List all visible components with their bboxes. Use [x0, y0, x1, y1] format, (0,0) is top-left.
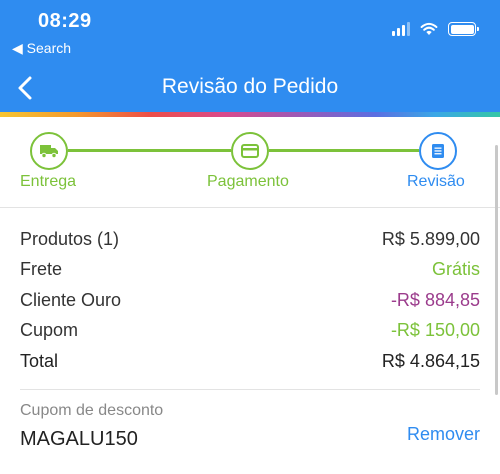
summary-row-coupon: Cupom -R$ 150,00 [20, 316, 480, 347]
summary-row-total: Total R$ 4.864,15 [20, 346, 480, 377]
step-label-payment: Pagamento [207, 173, 289, 190]
section-divider [0, 207, 500, 208]
total-value: R$ 4.864,15 [381, 350, 480, 371]
total-label: Total [20, 350, 59, 371]
status-time: 08:29 [38, 10, 92, 32]
summary-row-shipping: Frete Grátis [20, 255, 480, 286]
checkout-stepper: Entrega Pagamento Revisão [0, 117, 500, 205]
step-label-review: Revisão [407, 173, 465, 190]
status-back-to-app[interactable]: ◀ Search [12, 40, 71, 57]
gold-client-label: Cliente Ouro [20, 289, 122, 310]
step-payment[interactable] [231, 132, 269, 170]
coupon-discount-label: Cupom [20, 320, 79, 341]
gold-client-value: -R$ 884,85 [390, 289, 480, 310]
summary-row-gold-client: Cliente Ouro -R$ 884,85 [20, 285, 480, 316]
step-delivery[interactable] [30, 132, 68, 170]
signal-icon [392, 22, 410, 36]
truck-icon [40, 145, 58, 159]
summary-row-products: Produtos (1) R$ 5.899,00 [20, 224, 480, 255]
receipt-icon [432, 144, 444, 158]
step-review[interactable] [419, 132, 457, 170]
wifi-icon [420, 22, 438, 35]
coupon-section: Cupom de desconto MAGALU150 Remover [20, 402, 480, 451]
products-label: Produtos (1) [20, 228, 120, 249]
coupon-section-label: Cupom de desconto [20, 402, 164, 419]
order-summary: Produtos (1) R$ 5.899,00 Frete Grátis Cl… [20, 224, 480, 377]
step-connector [68, 149, 231, 152]
coupon-discount-value: -R$ 150,00 [390, 320, 480, 341]
app-header: 08:29 ◀ Search Revisão do Pedido [0, 0, 500, 112]
step-label-delivery: Entrega [20, 173, 77, 190]
scrollbar[interactable] [495, 145, 498, 395]
status-icons [392, 22, 479, 36]
shipping-label: Frete [20, 259, 63, 280]
products-value: R$ 5.899,00 [381, 228, 480, 249]
page-title: Revisão do Pedido [161, 75, 339, 98]
credit-card-icon [241, 144, 259, 158]
step-connector [269, 149, 419, 152]
section-divider [20, 389, 480, 390]
shipping-value: Grátis [431, 259, 480, 280]
remove-coupon-button[interactable]: Remover [407, 424, 480, 445]
battery-icon [448, 22, 479, 36]
